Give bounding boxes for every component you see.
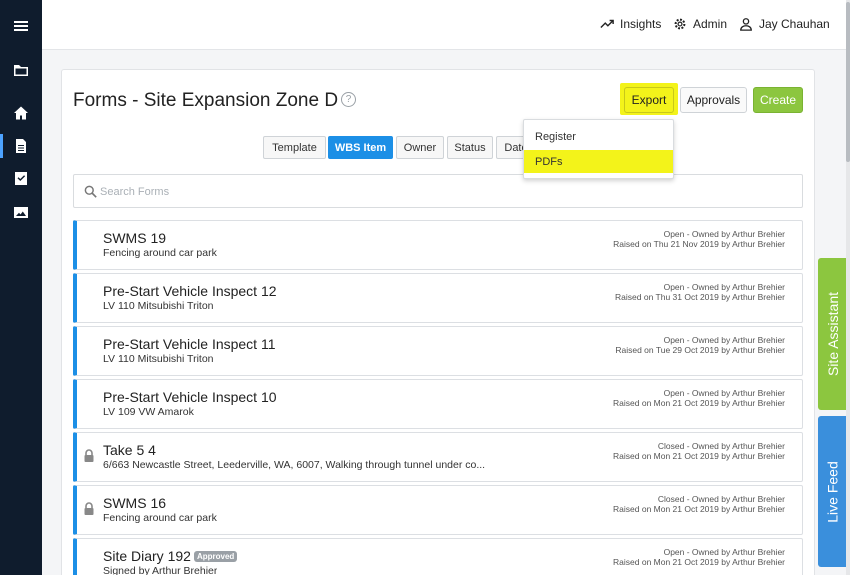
export-dropdown-menu: Register PDFs [523, 119, 674, 179]
admin-label: Admin [693, 17, 728, 31]
live-feed-tab[interactable]: Live Feed [818, 416, 848, 567]
approvals-button[interactable]: Approvals [680, 87, 747, 113]
site-assistant-tab[interactable]: Site Assistant [818, 258, 848, 410]
create-button[interactable]: Create [753, 87, 803, 113]
search-box [73, 174, 803, 208]
menu-item-pdfs[interactable]: PDFs [524, 150, 673, 173]
form-status: Open - Owned by Arthur Brehier Raised on … [615, 335, 785, 355]
admin-link[interactable]: Admin [673, 17, 727, 31]
live-feed-label: Live Feed [825, 460, 842, 523]
form-title: Site Diary 192 Approved [103, 548, 238, 564]
hamburger-menu-icon[interactable] [0, 12, 42, 40]
search-icon [84, 185, 97, 198]
form-title: Take 5 4 [103, 442, 156, 458]
form-row[interactable]: Pre-Start Vehicle Inspect 11 LV 110 Mits… [73, 326, 803, 376]
form-row[interactable]: Site Diary 192 Approved Signed by Arthur … [73, 538, 803, 575]
form-title: SWMS 16 [103, 495, 167, 511]
form-status: Closed - Owned by Arthur Brehier Raised o… [613, 494, 785, 514]
form-row[interactable]: SWMS 19 Fencing around car park Open - O… [73, 220, 803, 270]
form-subtitle: LV 110 Mitsubishi Triton [103, 300, 214, 312]
form-row[interactable]: Pre-Start Vehicle Inspect 10 LV 109 VW A… [73, 379, 803, 429]
menu-item-register[interactable]: Register [524, 125, 673, 148]
home-icon[interactable] [0, 99, 42, 127]
checklist-icon[interactable] [0, 164, 42, 192]
form-status: Open - Owned by Arthur Brehier Raised on … [613, 229, 785, 249]
page-title: Forms - Site Expansion Zone D [73, 90, 339, 111]
top-header: Insights Admin Jay Chauhan [42, 0, 850, 50]
form-row[interactable]: SWMS 16 Fencing around car park Closed -… [73, 485, 803, 535]
form-subtitle: Signed by Arthur Brehier [103, 565, 218, 575]
help-icon[interactable]: ? [341, 92, 356, 107]
tab-template[interactable]: Template [263, 136, 326, 159]
user-name: Jay Chauhan [759, 17, 830, 31]
tab-status[interactable]: Status [447, 136, 493, 159]
tab-owner[interactable]: Owner [396, 136, 444, 159]
left-sidebar [0, 0, 42, 575]
form-title: Pre-Start Vehicle Inspect 10 [103, 389, 277, 405]
tab-wbs-item[interactable]: WBS Item [328, 136, 393, 159]
form-row[interactable]: Pre-Start Vehicle Inspect 12 LV 110 Mits… [73, 273, 803, 323]
forms-document-icon[interactable] [0, 132, 42, 160]
form-status: Open - Owned by Arthur Brehier Raised on … [613, 547, 785, 567]
form-row[interactable]: Take 5 4 6/663 Newcastle Street, Leederv… [73, 432, 803, 482]
search-input[interactable] [100, 183, 790, 201]
insights-link[interactable]: Insights [600, 17, 661, 31]
form-status: Open - Owned by Arthur Brehier Raised on … [615, 282, 785, 302]
export-button[interactable]: Export [624, 87, 674, 113]
site-assistant-label: Site Assistant [825, 291, 842, 377]
photos-icon[interactable] [0, 198, 42, 226]
insights-label: Insights [620, 17, 662, 31]
form-title: Pre-Start Vehicle Inspect 11 [103, 336, 276, 352]
trending-up-icon [600, 19, 614, 28]
form-subtitle: 6/663 Newcastle Street, Leederville, WA,… [103, 459, 486, 471]
folder-icon[interactable] [0, 56, 42, 84]
form-status: Closed - Owned by Arthur Brehier Raised o… [613, 441, 785, 461]
scrollbar-thumb[interactable] [846, 2, 850, 162]
form-title: SWMS 19 [103, 230, 167, 246]
user-icon [740, 18, 752, 31]
form-subtitle: LV 109 VW Amarok [103, 406, 194, 418]
user-menu[interactable]: Jay Chauhan [739, 17, 830, 31]
form-subtitle: Fencing around car park [103, 512, 217, 524]
approved-badge: Approved [193, 551, 238, 562]
form-title: Pre-Start Vehicle Inspect 12 [103, 283, 277, 299]
gear-icon [674, 18, 686, 30]
lock-icon [84, 449, 94, 462]
form-status: Open - Owned by Arthur Brehier Raised on … [613, 388, 785, 408]
form-subtitle: Fencing around car park [103, 247, 217, 259]
form-subtitle: LV 110 Mitsubishi Triton [103, 353, 214, 365]
lock-icon [84, 502, 94, 515]
